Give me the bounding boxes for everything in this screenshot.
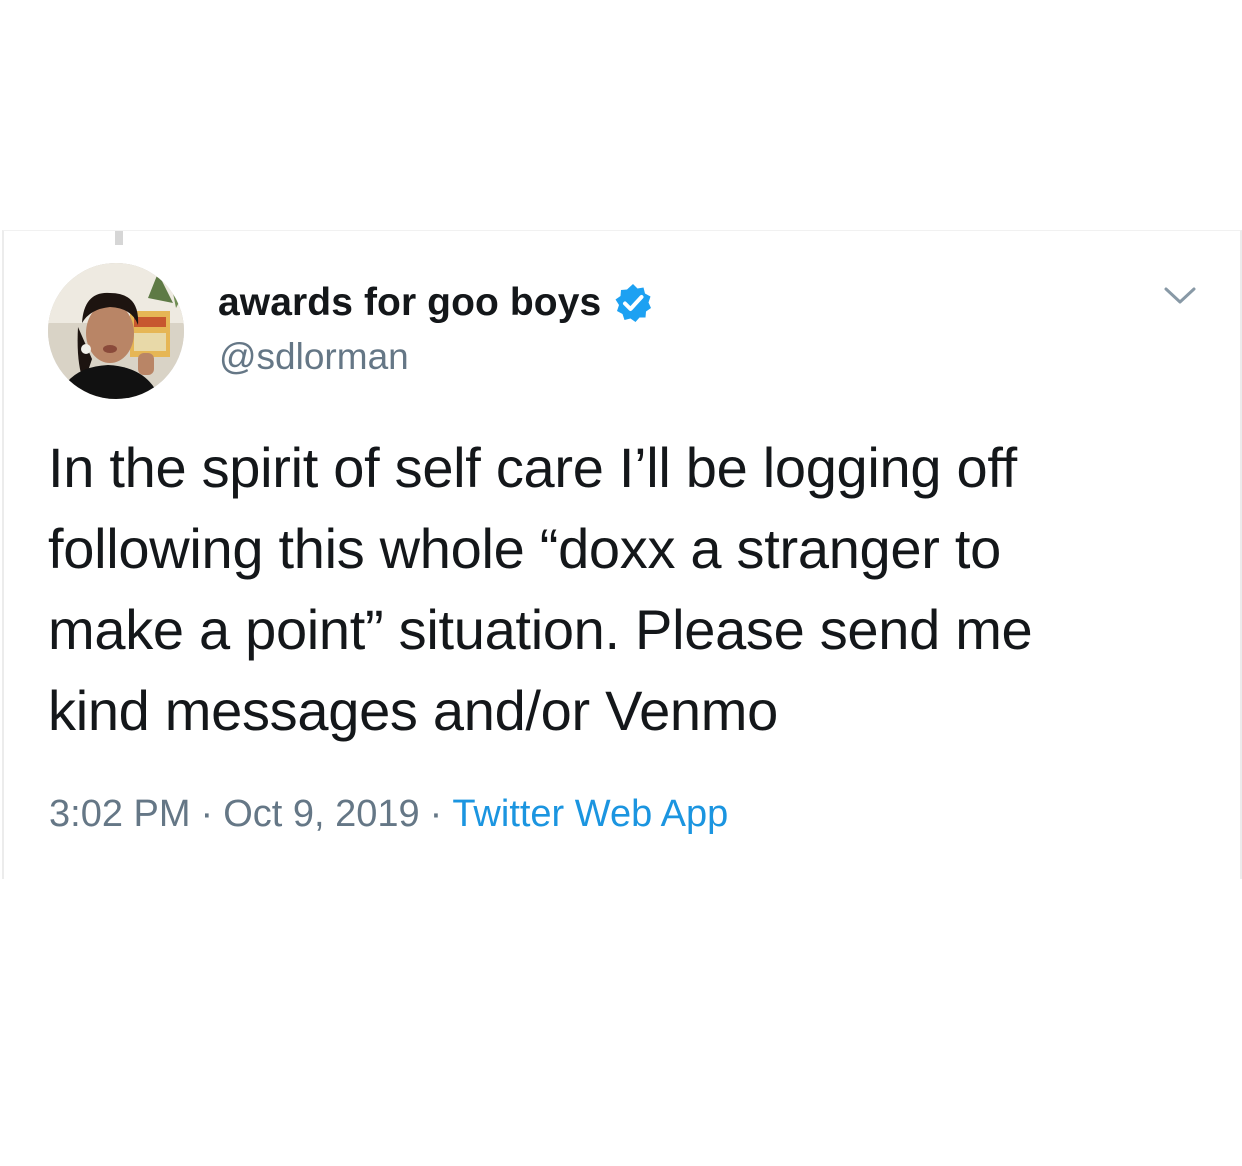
meta-separator: ·: [200, 793, 214, 835]
avatar[interactable]: [48, 263, 184, 399]
meta-separator: ·: [429, 793, 443, 835]
verified-badge-icon: [613, 283, 653, 323]
display-name[interactable]: awards for goo boys: [218, 281, 601, 325]
tweet-text-line: kind messages and/or Venmo: [48, 679, 778, 742]
tweet-text: In the spirit of self care I’ll be loggi…: [48, 427, 1198, 751]
tweet-metadata: 3:02 PM · Oct 9, 2019 · Twitter Web App: [49, 793, 728, 836]
tweet-source-link[interactable]: Twitter Web App: [452, 793, 728, 835]
chevron-down-icon[interactable]: [1160, 281, 1200, 311]
user-handle[interactable]: @sdlorman: [219, 336, 409, 378]
thread-connector: [115, 231, 123, 245]
user-name-row[interactable]: awards for goo boys: [218, 281, 653, 325]
tweet-card: awards for goo boys @sdlorman In the spi…: [2, 230, 1242, 879]
tweet-text-line: following this whole “doxx a stranger to: [48, 517, 1001, 580]
tweet-time[interactable]: 3:02 PM: [49, 793, 191, 835]
tweet-text-line: In the spirit of self care I’ll be loggi…: [48, 436, 1017, 499]
tweet-date[interactable]: Oct 9, 2019: [223, 793, 419, 835]
tweet-text-line: make a point” situation. Please send me: [48, 598, 1033, 661]
